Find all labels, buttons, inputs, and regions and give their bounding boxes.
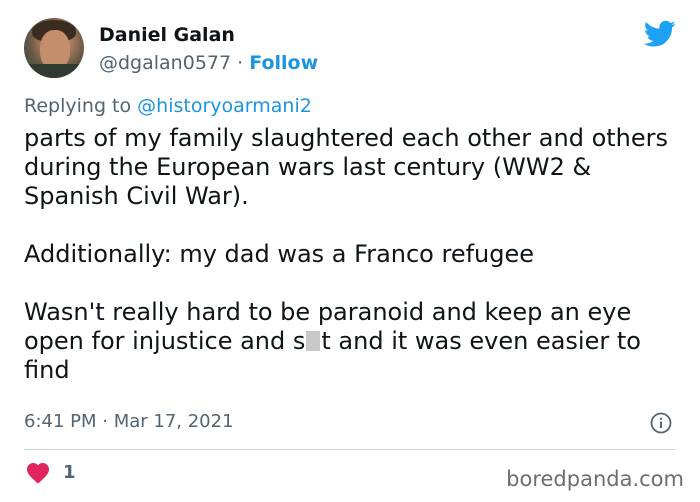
tweet-paragraph: Wasn't really hard to be paranoid and ke… (24, 298, 684, 385)
follow-button[interactable]: Follow (249, 52, 318, 74)
heart-icon[interactable] (26, 462, 50, 484)
tweet-timestamp[interactable]: 6:41 PM · Mar 17, 2021 (24, 411, 234, 432)
watermark: boredpanda.com (506, 467, 684, 491)
replying-to: Replying to @historyoarmani2 (24, 95, 312, 117)
twitter-bird-icon[interactable] (644, 20, 676, 48)
tweet-header: Daniel Galan @dgalan0577 · Follow (24, 16, 676, 82)
divider (24, 449, 676, 450)
censor-block (306, 331, 321, 351)
separator: · (237, 52, 244, 74)
like-count: 1 (63, 462, 76, 483)
info-icon[interactable] (650, 412, 672, 434)
author-handle-row: @dgalan0577 · Follow (99, 52, 318, 74)
tweet-paragraph: parts of my family slaughtered each othe… (24, 124, 669, 210)
replying-mention-link[interactable]: @historyoarmani2 (137, 95, 312, 117)
tweet-paragraph: Additionally: my dad was a Franco refuge… (24, 240, 535, 268)
author-handle[interactable]: @dgalan0577 (99, 52, 231, 74)
replying-prefix: Replying to (24, 95, 132, 117)
author-name[interactable]: Daniel Galan (99, 24, 235, 46)
tweet-body: parts of my family slaughtered each othe… (24, 124, 684, 385)
avatar[interactable] (24, 18, 84, 78)
